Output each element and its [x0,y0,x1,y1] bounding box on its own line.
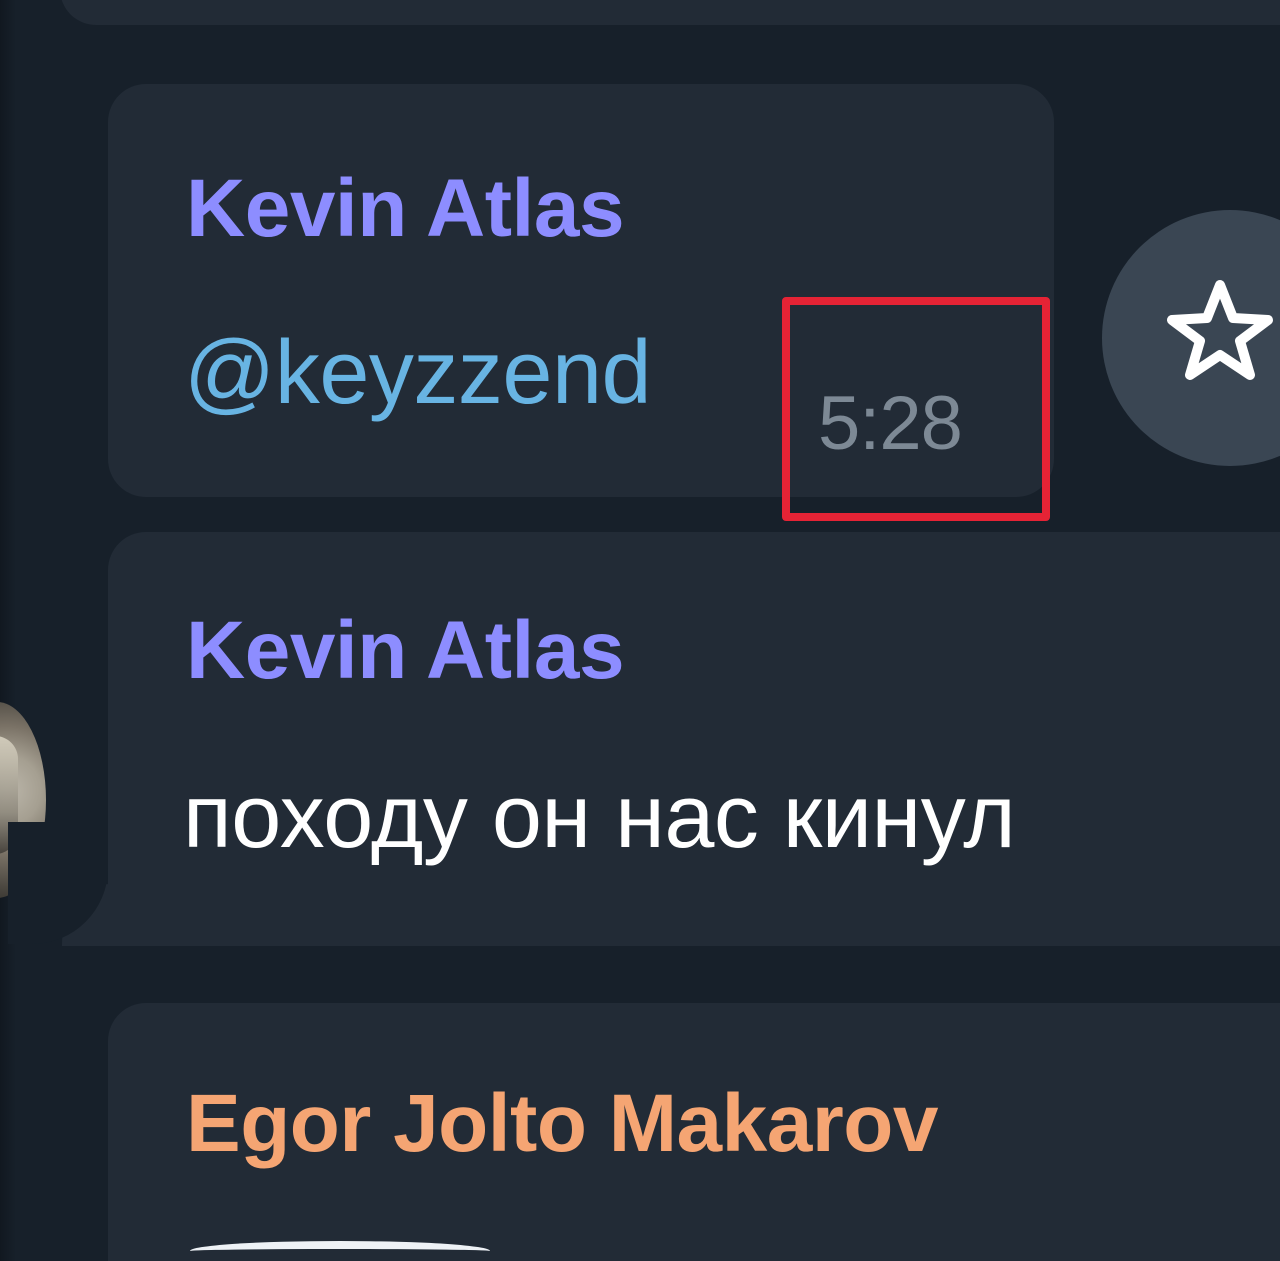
message-sender[interactable]: Kevin Atlas [186,168,625,250]
star-icon [1167,280,1273,380]
message-sender[interactable]: Kevin Atlas [186,610,625,692]
chat-screen: Kevin Atlas @keyzzend 5:28 Kevin Atlas п… [0,0,1280,1261]
previous-message-bubble [60,0,1280,25]
message-bubble-egor[interactable]: Egor Jolto Makarov [108,1003,1280,1261]
cropped-message-text [190,1225,1090,1261]
message-timestamp: 5:28 [818,381,963,466]
message-text: походу он нас кинул [183,767,1016,867]
user-mention-link[interactable]: @keyzzend [184,322,652,425]
chat-left-rail [0,0,16,1261]
message-bubble-kevin-text[interactable]: Kevin Atlas походу он нас кинул [108,532,1280,946]
message-sender[interactable]: Egor Jolto Makarov [186,1083,938,1165]
